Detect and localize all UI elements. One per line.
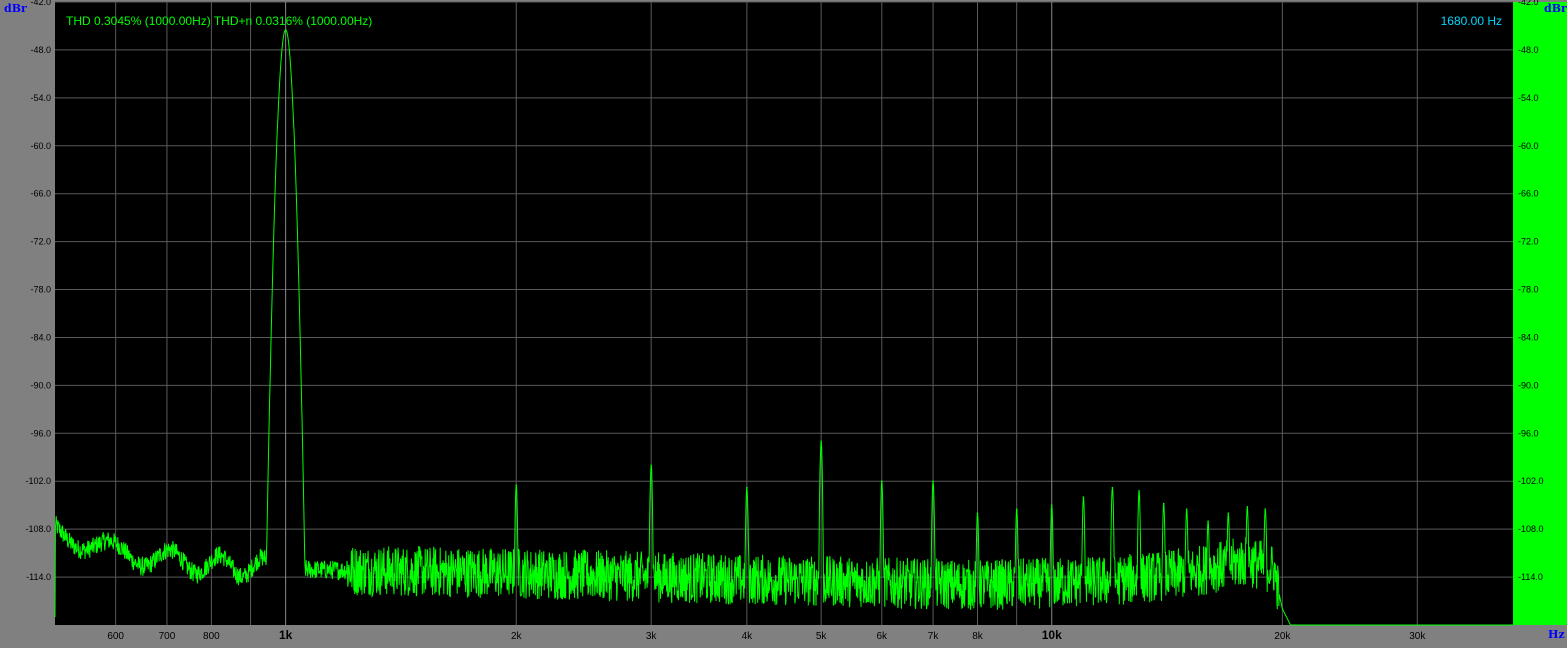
left-y-tick-label: -90.0 [30, 380, 51, 390]
x-tick-label: 600 [107, 631, 124, 642]
harmonic-peak-point [1050, 504, 1053, 506]
x-tick-label: 5k [816, 631, 828, 642]
harmonic-peak-point [880, 480, 883, 483]
x-tick-label: 7k [928, 631, 940, 642]
harmonic-peak-point [1227, 512, 1230, 514]
thd-readout: THD 0.3045% (1000.00Hz) THD+n 0.0316% (1… [66, 14, 372, 28]
x-tick-label: 6k [877, 631, 889, 642]
x-axis: 600 700 800 1k 2k 3k 4k 5k 6k 7k 8k 10k 20k 30k [107, 628, 1426, 642]
left-y-axis: -42.0 -48.0 -54.0 -60.0 -66.0 -72.0 -78.0 -84.0… [25, 0, 51, 582]
right-y-tick-label: -84.0 [1518, 332, 1539, 342]
harmonic-peak-point [1111, 486, 1114, 489]
harmonic-peak-point [1207, 520, 1209, 522]
analyzer-window: -42.0 -48.0 -54.0 -60.0 -66.0 -72.0 -78.0 -84.0… [0, 0, 1567, 648]
harmonic-peak-point [1246, 505, 1249, 508]
x-tick-label: 30k [1409, 631, 1426, 642]
harmonic-peak-point [1162, 502, 1165, 505]
harmonic-peak-point [1082, 496, 1085, 499]
harmonic-peak-point [1015, 508, 1018, 510]
harmonic-peak-point [820, 440, 822, 443]
right-y-tick-label: -102.0 [1518, 476, 1544, 486]
left-y-tick-label: -108.0 [25, 524, 51, 534]
plot-area[interactable] [55, 2, 1513, 625]
right-y-tick-label: -78.0 [1518, 285, 1539, 295]
left-y-tick-label: -96.0 [30, 428, 51, 438]
x-tick-label: 10k [1042, 628, 1062, 642]
right-y-tick-label: -48.0 [1518, 45, 1539, 55]
left-y-tick-label: -114.0 [26, 572, 51, 582]
left-y-tick-label: -72.0 [30, 237, 51, 247]
harmonic-peak-point [284, 29, 287, 31]
harmonic-peak-point [515, 484, 518, 487]
x-unit-label: Hz [1548, 628, 1565, 641]
left-y-tick-label: -48.0 [30, 45, 51, 55]
left-y-tick-label: -102.0 [25, 476, 51, 486]
left-y-tick-label: -60.0 [30, 141, 51, 151]
harmonic-peak-point [746, 486, 748, 489]
spectrum-chart[interactable]: -42.0 -48.0 -54.0 -60.0 -66.0 -72.0 -78.0 -84.0… [0, 0, 1567, 648]
left-y-tick-label: -84.0 [30, 332, 51, 342]
harmonic-peak-point [932, 480, 934, 483]
left-y-tick-label: -66.0 [30, 189, 51, 199]
harmonic-peak-point [1138, 490, 1140, 492]
right-y-tick-label: -96.0 [1518, 428, 1539, 438]
cursor-frequency-readout: 1680.00 Hz [1441, 14, 1502, 28]
right-y-tick-label: -66.0 [1518, 189, 1539, 199]
left-y-tick-label: -42.0 [30, 0, 51, 7]
right-y-unit-label: dBr [1544, 2, 1567, 15]
left-y-unit-label: dBr [4, 2, 27, 15]
harmonic-peak-point [650, 464, 652, 467]
x-tick-label: 3k [646, 631, 658, 642]
x-tick-label: 20k [1274, 631, 1291, 642]
right-y-tick-label: -60.0 [1518, 141, 1539, 151]
right-y-tick-label: -72.0 [1518, 237, 1539, 247]
harmonic-peak-point [1264, 508, 1267, 510]
x-tick-label: 4k [742, 631, 754, 642]
harmonic-peak-point [976, 512, 979, 514]
left-y-tick-label: -54.0 [30, 93, 51, 103]
right-y-tick-label: -42.0 [1518, 0, 1539, 7]
harmonic-peak-point [1185, 508, 1188, 510]
x-tick-label: 2k [511, 631, 523, 642]
right-y-tick-label: -54.0 [1518, 93, 1539, 103]
x-tick-label: 700 [159, 631, 176, 642]
x-tick-label: 1k [279, 628, 293, 642]
right-y-tick-label: -108.0 [1518, 524, 1544, 534]
x-tick-label: 8k [972, 631, 984, 642]
right-y-tick-label: -90.0 [1518, 380, 1539, 390]
right-y-tick-label: -114.0 [1518, 572, 1543, 582]
left-y-tick-label: -78.0 [30, 285, 51, 295]
x-tick-label: 800 [203, 631, 220, 642]
